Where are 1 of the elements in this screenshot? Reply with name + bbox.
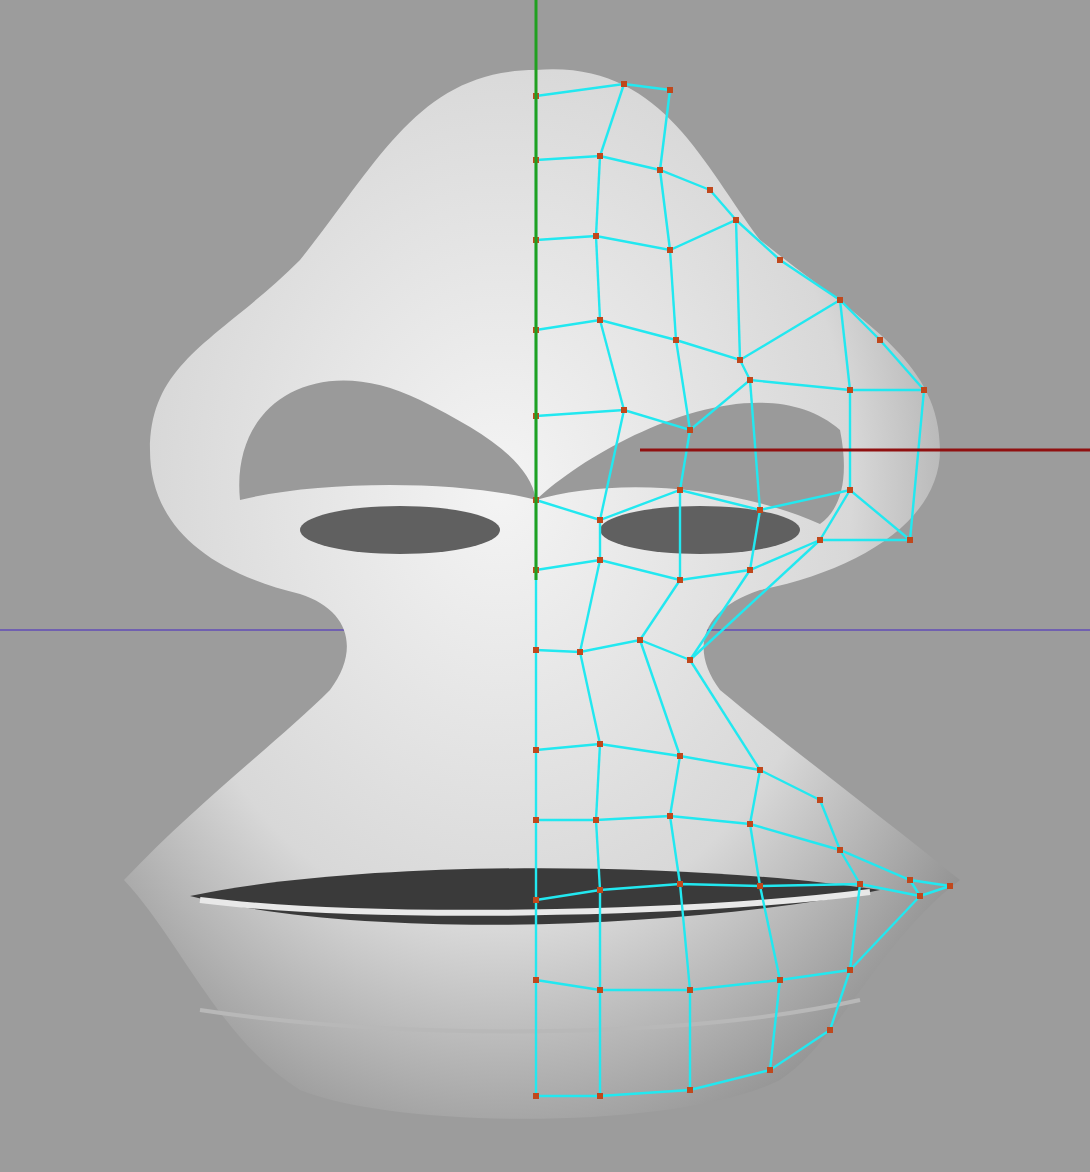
3d-viewport[interactable]: [0, 0, 1090, 1172]
